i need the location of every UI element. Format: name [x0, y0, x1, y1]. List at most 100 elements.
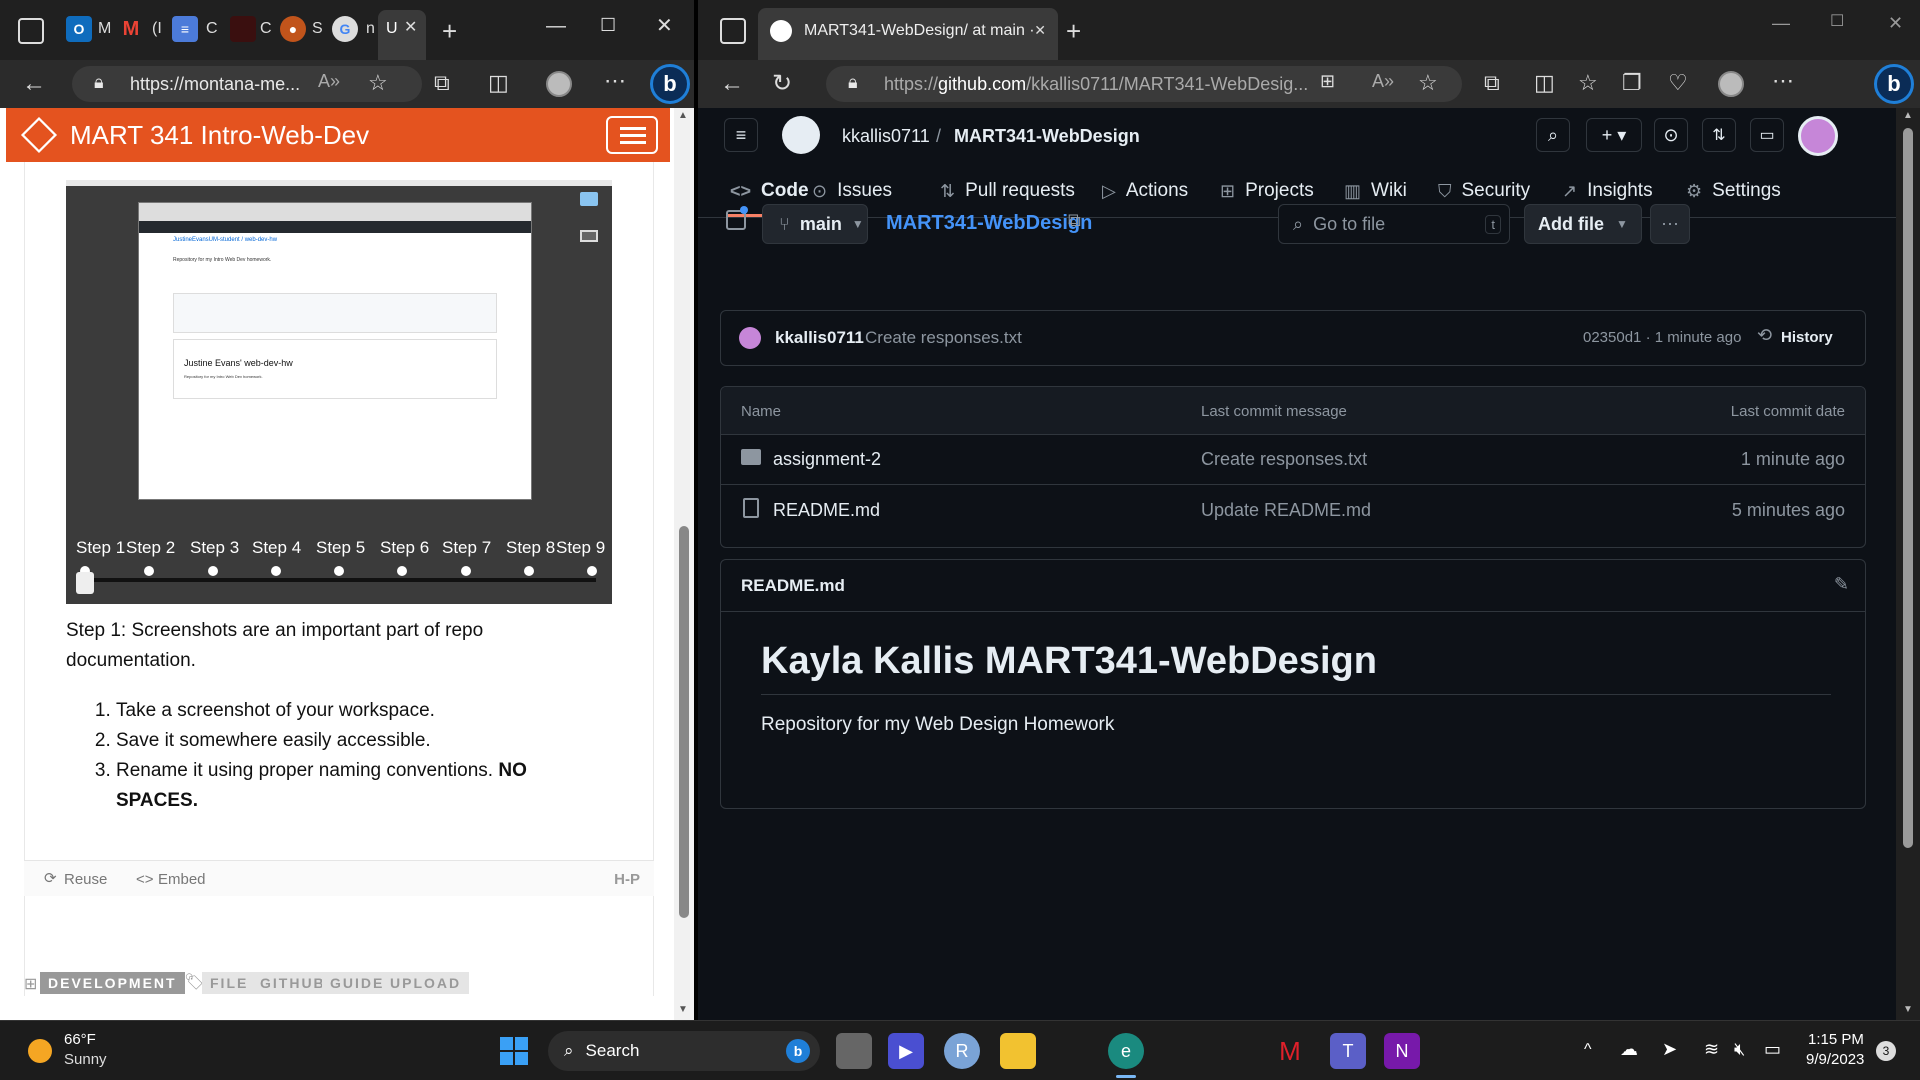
step-label[interactable]: Step 3 — [190, 538, 239, 558]
right-url-field[interactable]: 🔒︎ https://github.com/kkallis0711/MART34… — [826, 66, 1462, 102]
reuse-button[interactable]: Reuse — [64, 871, 107, 888]
step-dot[interactable] — [208, 566, 218, 576]
close-window-icon[interactable]: ✕ — [1888, 14, 1903, 32]
gmail-icon[interactable]: M — [118, 16, 144, 42]
back-icon[interactable]: ← — [720, 72, 744, 96]
teams-icon[interactable]: T — [1330, 1033, 1366, 1069]
scroll-down-icon[interactable]: ▼ — [1903, 1004, 1913, 1015]
notification-badge[interactable]: 3 — [1876, 1041, 1896, 1061]
step-label[interactable]: Step 7 — [442, 538, 491, 558]
commit-message[interactable]: Create responses.txt — [865, 328, 1022, 348]
weather-condition[interactable]: Sunny — [64, 1051, 107, 1068]
add-file-button[interactable]: Add file ▼ — [1524, 204, 1642, 244]
repo-breadcrumb-link[interactable]: MART341-WebDesign — [886, 212, 1092, 235]
app-available-icon[interactable]: ⊞ — [1320, 72, 1335, 90]
minimize-icon[interactable]: — — [546, 16, 566, 36]
file-name-link[interactable]: assignment-2 — [773, 449, 881, 470]
minimize-icon[interactable]: — — [1772, 14, 1790, 32]
scroll-down-icon[interactable]: ▼ — [678, 1004, 688, 1015]
tab-letter-7[interactable]: U — [386, 20, 398, 38]
step-label[interactable]: Step 6 — [380, 538, 429, 558]
copy-path-icon[interactable]: ⧉ — [1068, 210, 1081, 231]
taskbar-search-box[interactable]: ⌕ Search b — [548, 1031, 820, 1071]
wifi-icon[interactable]: ≋ — [1704, 1039, 1719, 1060]
bing-chat-icon[interactable]: b — [650, 64, 690, 104]
step-label[interactable]: Step 5 — [316, 538, 365, 558]
start-button[interactable] — [500, 1037, 528, 1065]
tag-file[interactable]: FILE — [202, 972, 257, 994]
refresh-icon[interactable]: ↻ — [772, 72, 792, 96]
repo-name-link[interactable]: MART341-WebDesign — [954, 126, 1140, 147]
back-icon[interactable]: ← — [22, 72, 46, 96]
read-aloud-icon[interactable]: A» — [1372, 72, 1394, 90]
github-logo-icon[interactable] — [782, 116, 820, 154]
tab-code[interactable]: <> Code — [730, 180, 809, 202]
extensions-icon[interactable]: ⧉ — [1484, 72, 1500, 94]
volume-muted-icon[interactable]: 🔇︎ — [1734, 1039, 1745, 1060]
step-dot[interactable] — [144, 566, 154, 576]
r-app-icon[interactable]: R — [944, 1033, 980, 1069]
scroll-up-icon[interactable]: ▲ — [1903, 110, 1913, 121]
weather-sun-icon[interactable] — [28, 1039, 52, 1063]
outlook-icon[interactable]: O — [66, 16, 92, 42]
step-label[interactable]: Step 1 — [76, 538, 125, 558]
tab-security[interactable]: ⛉ Security — [1438, 180, 1530, 202]
new-tab-icon[interactable]: + — [1066, 18, 1081, 44]
onenote-icon[interactable]: N — [1384, 1033, 1420, 1069]
location-icon[interactable]: ➤ — [1662, 1039, 1677, 1060]
tab-actions-icon[interactable] — [720, 18, 746, 44]
reuse-icon[interactable]: ⟳ — [44, 869, 57, 887]
repo-owner-link[interactable]: kkallis0711 — [842, 126, 930, 147]
close-tab-icon[interactable]: ✕ — [404, 20, 417, 36]
file-commit-message[interactable]: Update README.md — [1201, 500, 1371, 521]
hamburger-menu-button[interactable]: ≡ — [724, 118, 758, 152]
tab-actions[interactable]: ▷ Actions — [1102, 180, 1188, 202]
tab-settings[interactable]: ⚙ Settings — [1686, 180, 1781, 202]
site-title[interactable]: MART 341 Intro-Web-Dev — [70, 120, 369, 151]
tab-letter-6[interactable]: n — [366, 20, 375, 38]
edit-pencil-icon[interactable]: ✎ — [1834, 574, 1849, 595]
tab-pull-requests[interactable]: ⇅ Pull requests — [940, 180, 1075, 202]
step-label[interactable]: Step 4 — [252, 538, 301, 558]
tab-insights[interactable]: ↗ Insights — [1562, 180, 1653, 202]
file-name-link[interactable]: README.md — [773, 500, 880, 521]
extensions-icon[interactable]: ⧉ — [434, 72, 450, 94]
blank-tab-icon[interactable] — [230, 16, 256, 42]
commit-author-avatar[interactable] — [739, 327, 761, 349]
image-slideshow[interactable]: JustineEvansUM-student / web-dev-hw Repo… — [66, 180, 612, 604]
slider-handle[interactable] — [76, 572, 94, 594]
table-row[interactable]: README.md Update README.md 5 minutes ago — [721, 486, 1865, 536]
tab-letter-1[interactable]: M — [98, 20, 111, 38]
maximize-icon[interactable]: ☐ — [600, 16, 616, 34]
right-scroll-thumb[interactable] — [1903, 128, 1913, 848]
battery-icon[interactable]: ▭ — [1764, 1039, 1781, 1060]
split-screen-icon[interactable]: ◫ — [488, 72, 509, 94]
edge-browser-icon[interactable]: e — [1108, 1033, 1144, 1069]
tab-letter-4[interactable]: C — [260, 20, 272, 38]
tab-issues[interactable]: ⊙ Issues — [812, 180, 892, 202]
branch-selector[interactable]: ⑂ main ▼ — [762, 204, 868, 244]
more-options-button[interactable]: ⋯ — [1650, 204, 1690, 244]
step-dot[interactable] — [334, 566, 344, 576]
inbox-icon[interactable]: ▭ — [1750, 118, 1784, 152]
clock-time[interactable]: 1:15 PM — [1808, 1031, 1864, 1048]
embed-icon[interactable]: <> — [136, 871, 154, 888]
close-tab-icon[interactable]: ✕ — [1034, 22, 1046, 39]
profile-avatar[interactable] — [1718, 71, 1744, 97]
scroll-up-icon[interactable]: ▲ — [678, 110, 688, 121]
file-explorer-icon[interactable] — [1000, 1033, 1036, 1069]
mcafee-icon[interactable]: M — [1272, 1033, 1308, 1069]
read-aloud-icon[interactable]: A» — [318, 72, 340, 90]
step-dot[interactable] — [271, 566, 281, 576]
bing-chat-icon[interactable]: b — [1874, 64, 1914, 104]
onedrive-cloud-icon[interactable]: ☁ — [1620, 1039, 1638, 1060]
weather-temp[interactable]: 66°F — [64, 1031, 96, 1048]
docs-icon[interactable]: ≡ — [172, 16, 198, 42]
readme-filename[interactable]: README.md — [741, 576, 845, 596]
more-menu-icon[interactable]: ⋯ — [1772, 70, 1794, 92]
chrome-icon[interactable]: G — [332, 16, 358, 42]
goto-file-input[interactable]: ⌕ Go to file t — [1278, 204, 1510, 244]
table-row[interactable]: assignment-2 Create responses.txt 1 minu… — [721, 435, 1865, 485]
step-label[interactable]: Step 2 — [126, 538, 175, 558]
zoom-meeting-icon[interactable]: ▶ — [888, 1033, 924, 1069]
